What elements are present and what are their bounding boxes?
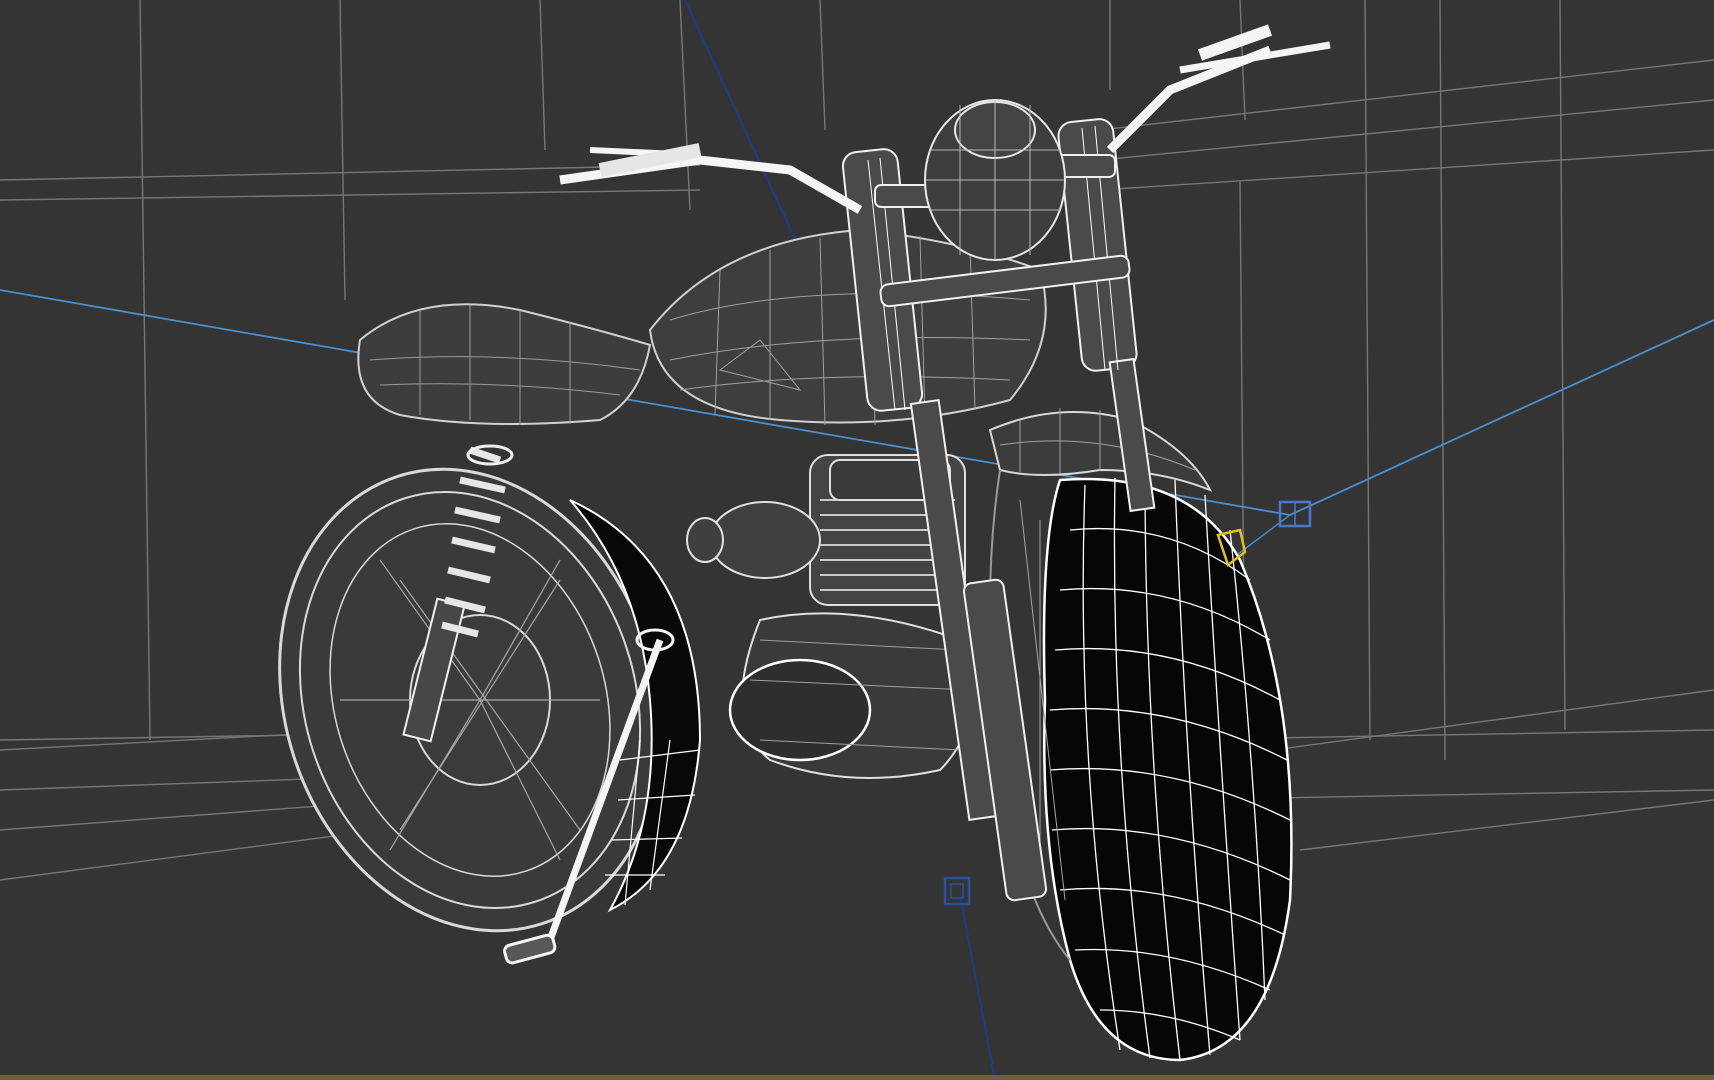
3d-viewport[interactable] — [0, 0, 1714, 1080]
front-fender[interactable] — [988, 408, 1213, 492]
viewport-scene[interactable] — [0, 0, 1714, 1080]
seat[interactable] — [357, 303, 652, 425]
viewport-bottom-border — [0, 1075, 1714, 1080]
headlight[interactable] — [924, 99, 1066, 261]
rear-wheel[interactable] — [221, 419, 718, 980]
front-wheel[interactable] — [989, 469, 1293, 1062]
target-gizmo[interactable] — [943, 876, 971, 906]
